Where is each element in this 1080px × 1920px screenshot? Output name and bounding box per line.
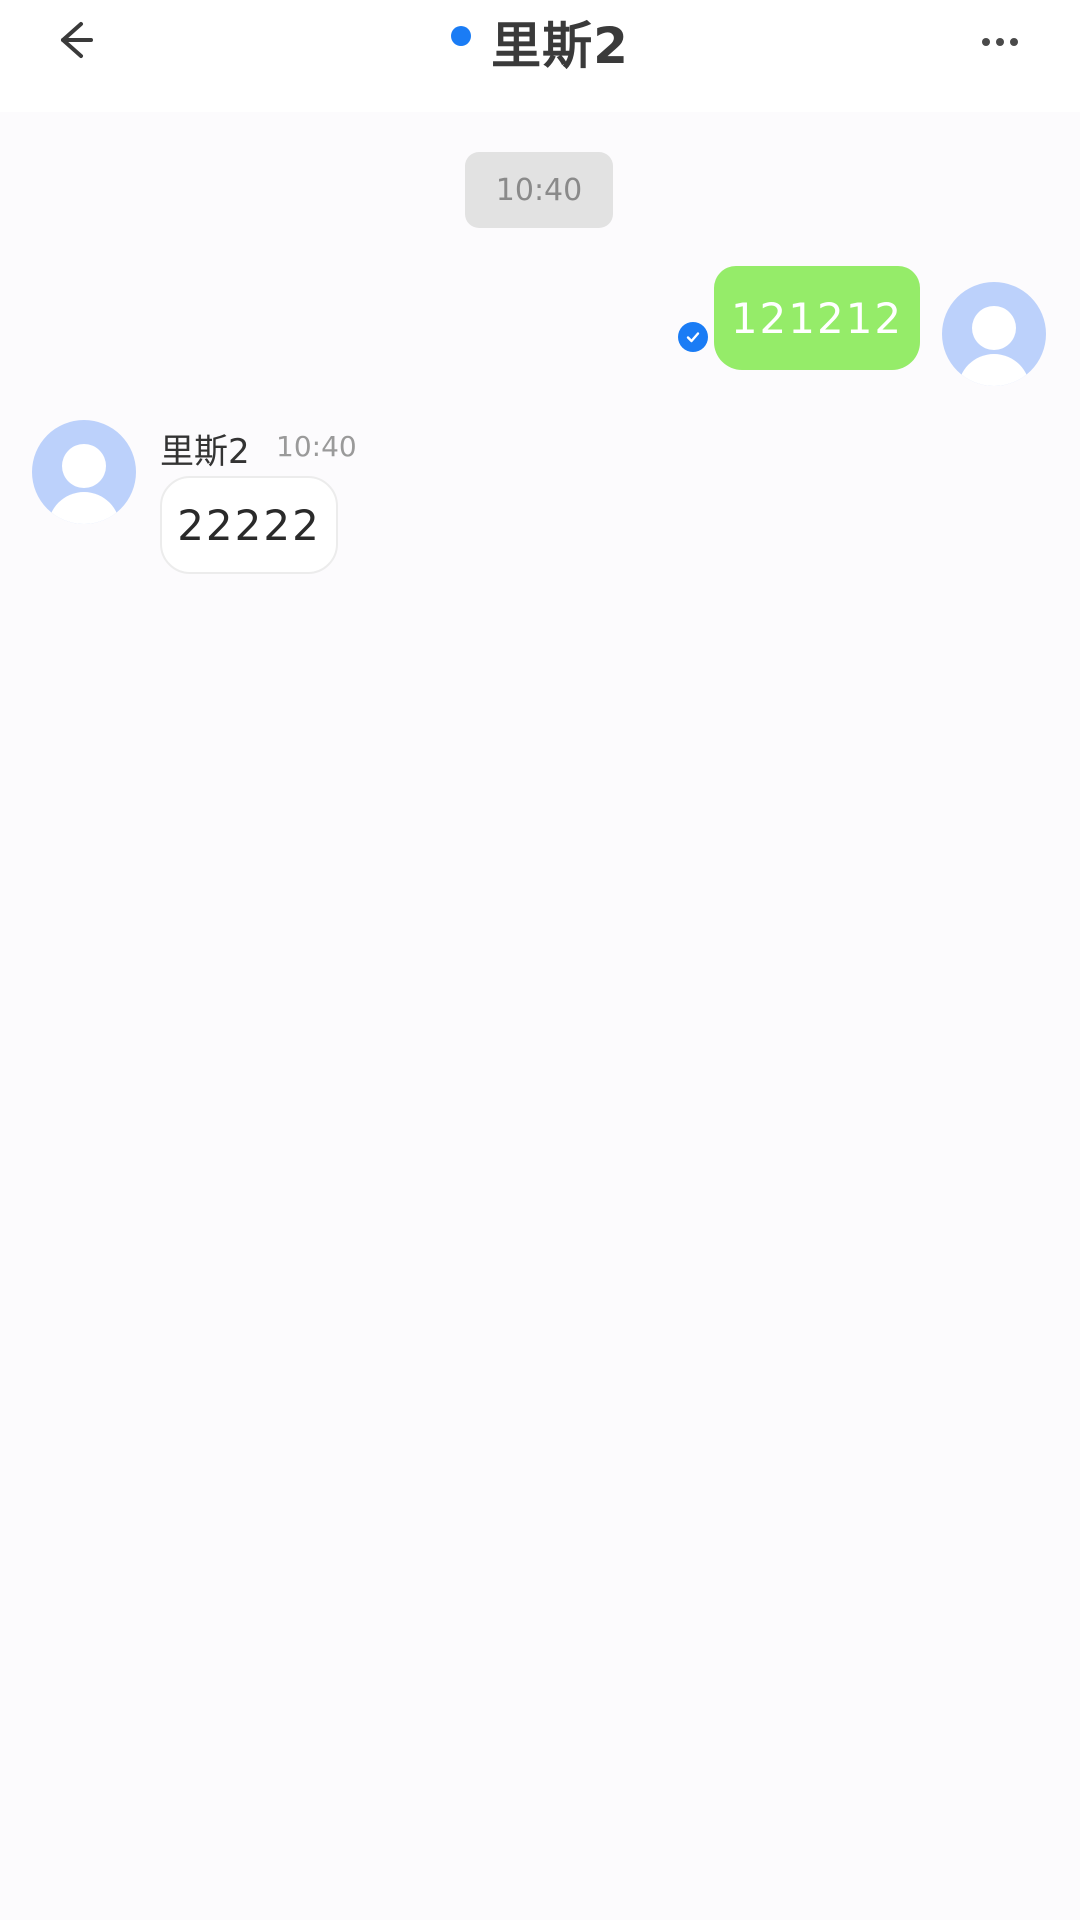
- more-dot: [996, 38, 1004, 46]
- time-divider: 10:40: [465, 152, 613, 228]
- chat-title: 里斯2: [491, 17, 629, 75]
- chat-header: 里斯2: [0, 0, 1080, 100]
- avatar-body: [48, 492, 120, 524]
- avatar-head: [62, 444, 106, 488]
- chat-screen: 里斯2 10:40 121212 里斯2 10:40 22222: [0, 0, 1080, 1920]
- more-dot: [1010, 38, 1018, 46]
- online-status-dot: [451, 26, 472, 46]
- title-group: 里斯2: [0, 0, 1080, 84]
- message-list[interactable]: 10:40 121212 里斯2 10:40 22222: [0, 112, 1080, 1920]
- avatar-body: [958, 354, 1030, 386]
- more-horizontal-icon: [982, 38, 990, 46]
- read-receipt-icon: [678, 322, 708, 352]
- received-message-bubble[interactable]: 22222: [160, 476, 338, 574]
- message-time: 10:40: [276, 430, 357, 463]
- avatar-head: [972, 306, 1016, 350]
- sent-message-bubble[interactable]: 121212: [714, 266, 920, 370]
- my-avatar[interactable]: [942, 282, 1046, 386]
- more-options-button[interactable]: [960, 0, 1040, 84]
- contact-avatar[interactable]: [32, 420, 136, 524]
- sender-name: 里斯2: [160, 432, 250, 472]
